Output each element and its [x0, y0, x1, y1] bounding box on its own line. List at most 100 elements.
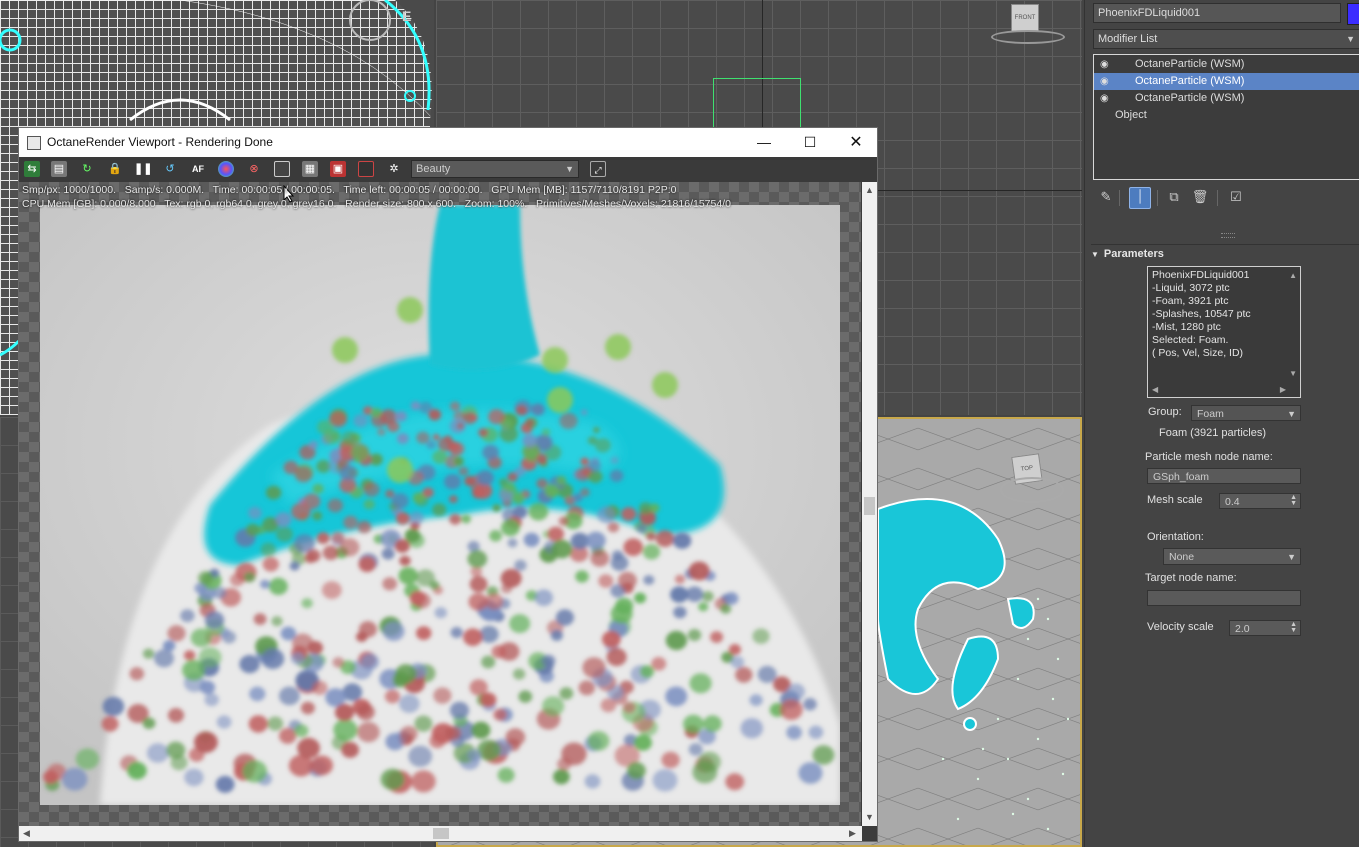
minimize-button[interactable]: — [741, 128, 787, 157]
orientation-dropdown[interactable]: None ▼ [1163, 548, 1301, 565]
particle [481, 655, 496, 669]
target-node-input[interactable] [1147, 590, 1301, 606]
particle [154, 649, 174, 668]
maximize-button[interactable]: ☐ [787, 128, 833, 157]
window-titlebar[interactable]: OctaneRender Viewport - Rendering Done —… [19, 128, 877, 157]
particle [356, 703, 375, 721]
foam-blob [387, 457, 413, 483]
scroll-right-icon[interactable]: ▶ [1280, 383, 1286, 396]
viewcube[interactable]: FRONT [1011, 4, 1039, 32]
particle [395, 512, 410, 525]
particle [478, 428, 489, 438]
scroll-up-icon[interactable]: ▲ [1289, 269, 1297, 282]
vertical-scroll-thumb[interactable] [864, 497, 875, 515]
reset-icon[interactable]: ↻ [79, 161, 95, 177]
mesh-node-input[interactable]: GSph_foam [1147, 468, 1301, 484]
film-icon[interactable]: ▦ [302, 161, 318, 177]
camera-icon[interactable]: ▣ [330, 161, 346, 177]
show-end-result-icon[interactable]: ⏐ [1129, 187, 1151, 209]
particle [710, 631, 724, 643]
cube-icon[interactable] [358, 161, 374, 177]
particle [358, 556, 376, 573]
particle [356, 631, 368, 642]
scroll-left-icon[interactable]: ◀ [23, 828, 30, 839]
particle [300, 701, 315, 715]
af-icon[interactable]: AF [190, 161, 206, 177]
eye-icon[interactable]: ◉ [1100, 90, 1109, 107]
particle [409, 511, 424, 525]
stack-item-selected[interactable]: ◉ OctaneParticle (WSM) [1094, 73, 1359, 90]
particle [541, 428, 551, 437]
horizontal-scroll-thumb[interactable] [433, 828, 449, 839]
configure-sets-icon[interactable]: ☑ [1227, 188, 1245, 206]
settings-icon[interactable]: ✲ [386, 161, 402, 177]
particle [102, 696, 125, 717]
viewcube-ring-perspective[interactable] [1000, 477, 1064, 503]
clipboard-icon[interactable]: ▤ [51, 161, 67, 177]
vertical-scrollbar[interactable]: ▲ ▼ [862, 182, 877, 826]
display-icon[interactable] [274, 161, 290, 177]
render-pass-dropdown[interactable]: Beauty ▼ [411, 160, 579, 178]
eye-icon[interactable]: ◉ [1100, 73, 1109, 90]
particle [101, 716, 119, 732]
octane-render-window[interactable]: OctaneRender Viewport - Rendering Done —… [18, 127, 878, 842]
particle [550, 629, 563, 641]
make-unique-icon[interactable]: ⧉ [1165, 188, 1183, 206]
particle [602, 630, 621, 648]
viewcube-ring[interactable] [991, 30, 1065, 44]
color-icon[interactable] [218, 161, 234, 177]
particle [410, 401, 421, 411]
modifier-list-dropdown[interactable]: Modifier List ▼ [1093, 29, 1359, 49]
region-icon[interactable]: ⊗ [246, 161, 262, 177]
particle [204, 611, 225, 629]
eye-icon[interactable]: ◉ [1100, 56, 1109, 73]
particle [248, 506, 262, 520]
scroll-up-icon[interactable]: ▲ [865, 185, 874, 195]
scroll-down-icon[interactable]: ▼ [865, 812, 874, 822]
scroll-right-icon[interactable]: ▶ [849, 828, 856, 839]
particle [294, 724, 309, 738]
spinner-arrows-icon[interactable]: ▲ ▼ [1290, 494, 1297, 507]
particle [243, 572, 256, 583]
particle [382, 577, 398, 591]
panel-resize-grip[interactable] [1221, 233, 1235, 238]
object-color-swatch[interactable] [1347, 3, 1359, 25]
particle [749, 694, 763, 706]
particle [503, 482, 516, 493]
spinner-arrows-icon[interactable]: ▲ ▼ [1290, 621, 1297, 634]
trash-icon[interactable]: 🗑 [1191, 188, 1209, 206]
lock-icon[interactable]: 🔒 [107, 161, 123, 177]
render-area[interactable] [19, 182, 861, 826]
stack-item[interactable]: ◉ OctaneParticle (WSM) [1094, 90, 1359, 107]
particle-info-box[interactable]: PhoenixFDLiquid001 -Liquid, 3072 ptc -Fo… [1147, 266, 1301, 398]
velocity-scale-spinner[interactable]: 2.0 ▲ ▼ [1229, 620, 1301, 636]
stack-base-object[interactable]: Object [1115, 109, 1147, 121]
fit-view-icon[interactable]: ⤢ [590, 161, 606, 177]
modifier-stack[interactable]: ◉ OctaneParticle (WSM) ◉ OctaneParticle … [1093, 54, 1359, 180]
restart-icon[interactable]: ↺ [162, 161, 178, 177]
pause-icon[interactable]: ❚❚ [134, 161, 152, 177]
particle [652, 769, 678, 792]
particle [514, 559, 527, 571]
pin-stack-icon[interactable]: ✎ [1097, 188, 1115, 206]
scroll-down-icon[interactable]: ▼ [1289, 367, 1297, 380]
object-name-field[interactable]: PhoenixFDLiquid001 [1093, 3, 1341, 23]
foam-blob [332, 337, 358, 363]
parameters-rollout-header[interactable]: ▼ Parameters [1091, 244, 1359, 263]
particle [331, 531, 345, 544]
stats-line-2: CPU Mem [GB]: 0.000/8.000 Tex: rgb 0, rg… [22, 197, 731, 210]
close-button[interactable]: ✕ [833, 128, 877, 157]
stack-item[interactable]: ◉ OctaneParticle (WSM) [1094, 56, 1359, 73]
mesh-scale-spinner[interactable]: 0.4 ▲ ▼ [1219, 493, 1301, 509]
chevron-down-icon: ▼ [565, 164, 574, 174]
particle [752, 628, 770, 644]
particle [245, 523, 260, 537]
horizontal-scrollbar[interactable]: ◀ ▶ [19, 826, 862, 841]
refresh-icon[interactable]: ⇆ [24, 161, 40, 177]
particle [547, 526, 564, 542]
particle [432, 434, 440, 441]
compass-label: E [402, 8, 412, 24]
particle [456, 422, 465, 430]
group-dropdown[interactable]: Foam ▼ [1191, 405, 1301, 421]
scroll-left-icon[interactable]: ◀ [1152, 383, 1158, 396]
